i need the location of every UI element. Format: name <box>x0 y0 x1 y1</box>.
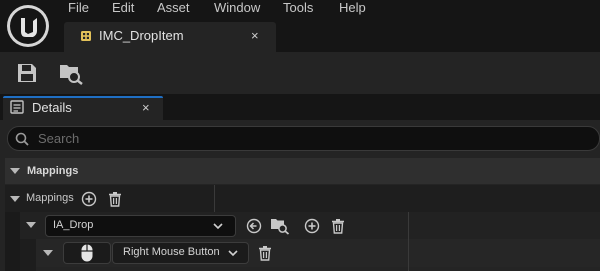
details-tab-title: Details <box>32 100 72 115</box>
input-action-value: IA_Drop <box>53 219 94 231</box>
trash-icon[interactable] <box>107 191 123 207</box>
add-icon[interactable] <box>304 218 320 234</box>
close-icon[interactable]: × <box>251 28 259 44</box>
section-title: Mappings <box>27 165 79 177</box>
chevron-down-icon[interactable] <box>10 168 20 174</box>
menu-tools[interactable]: Tools <box>283 0 313 16</box>
indent-guide <box>20 239 36 271</box>
mouse-icon <box>81 244 93 262</box>
trash-icon[interactable] <box>257 245 273 261</box>
mappings-section-header[interactable] <box>5 158 600 184</box>
column-divider <box>214 185 215 212</box>
chevron-down-icon <box>213 223 223 230</box>
indent-guide <box>5 212 20 271</box>
search-input[interactable] <box>38 129 558 147</box>
input-mapping-context-icon <box>81 31 91 41</box>
editor-tab-title: IMC_DropItem <box>99 28 184 43</box>
key-value: Right Mouse Button <box>123 246 220 258</box>
chevron-down-icon[interactable] <box>26 222 36 228</box>
chevron-down-icon[interactable] <box>43 250 53 256</box>
column-divider <box>408 212 409 239</box>
browse-to-asset-icon[interactable] <box>58 61 84 85</box>
details-icon <box>10 100 24 114</box>
search-icon <box>15 132 29 146</box>
toolbar <box>0 52 600 94</box>
add-icon[interactable] <box>81 191 97 207</box>
menu-help[interactable]: Help <box>339 0 366 16</box>
column-divider <box>408 239 409 271</box>
chevron-down-icon <box>228 250 238 257</box>
menu-file[interactable]: File <box>68 0 89 16</box>
browse-to-asset-icon[interactable] <box>270 217 290 235</box>
save-icon[interactable] <box>16 62 38 84</box>
menu-asset[interactable]: Asset <box>157 0 190 16</box>
use-selected-asset-icon[interactable] <box>246 218 262 234</box>
close-icon[interactable]: × <box>142 100 150 115</box>
menu-window[interactable]: Window <box>214 0 260 16</box>
chevron-down-icon[interactable] <box>10 196 20 202</box>
trash-icon[interactable] <box>330 218 346 234</box>
property-label: Mappings <box>26 192 74 204</box>
unreal-logo-icon[interactable] <box>6 4 50 48</box>
menu-edit[interactable]: Edit <box>112 0 134 16</box>
details-tab[interactable] <box>3 96 163 122</box>
